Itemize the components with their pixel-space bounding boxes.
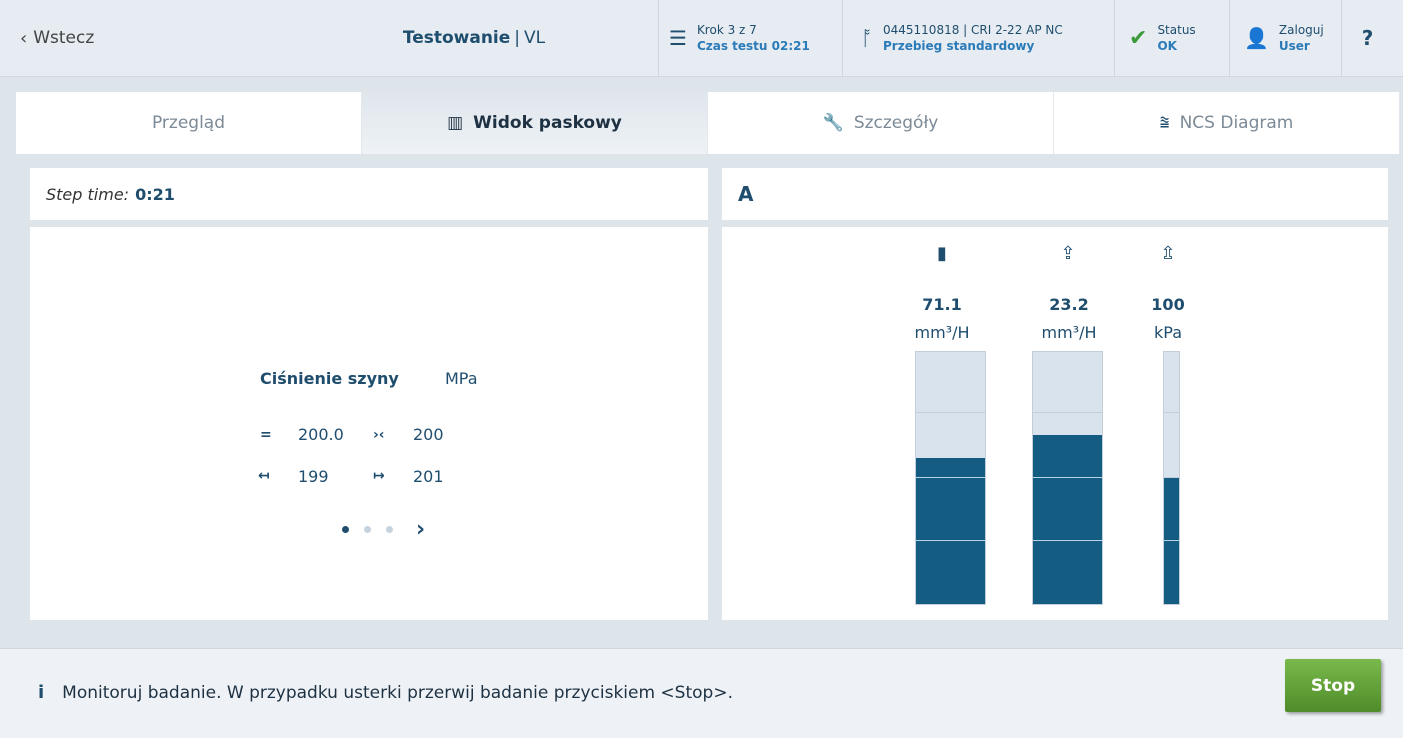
bar-chart-icon: ▥ (447, 113, 464, 133)
bar-tick (1033, 412, 1102, 413)
channel-header: A (722, 168, 1388, 220)
rail-pressure-unit: MPa (445, 369, 478, 388)
step-counter: Krok 3 z 7 (696, 23, 757, 37)
info-message: i Monitoruj badanie. W przypadku usterki… (38, 682, 733, 703)
min-limit-value: 199 (298, 467, 329, 486)
bar-tick (1033, 540, 1102, 541)
test-step-info[interactable]: ☰ Krok 3 z 7 Czas testu 02:21 (658, 0, 842, 76)
injector-icon: ᚩ (861, 26, 873, 50)
tab-details[interactable]: 🔧 Szczegóły (708, 92, 1054, 154)
checklist-icon: ☰ (669, 26, 687, 50)
max-limit-icon: ↦ (373, 468, 385, 484)
bar-gauge (1032, 351, 1103, 605)
bar-fill (1164, 478, 1179, 604)
bar-tick (916, 540, 985, 541)
min-limit-icon: ↤ (258, 468, 270, 484)
tab-overview[interactable]: Przegląd (16, 92, 362, 154)
bar-tick (1164, 477, 1179, 478)
injector-icon: ▮ (937, 243, 947, 264)
wrench-icon: 🔧 (822, 113, 844, 133)
pager: › (342, 517, 425, 542)
pager-dot[interactable] (386, 526, 393, 533)
tab-bar-view-label: Widok paskowy (473, 113, 622, 133)
delivery-icon: ⇪ (1060, 243, 1076, 264)
back-button[interactable]: ‹ Wstecz (0, 0, 290, 76)
info-icon: i (38, 682, 45, 703)
bar-tick (916, 477, 985, 478)
bar-tick (1033, 477, 1102, 478)
setpoint-value: 200.0 (298, 425, 344, 444)
actual-value: 200 (413, 425, 444, 444)
bar-fill (1033, 435, 1102, 604)
info-text: Monitoruj badanie. W przypadku usterki p… (62, 682, 733, 703)
page-title-main: Testowanie (402, 28, 511, 48)
status-value: OK (1157, 39, 1177, 53)
tab-ncs-diagram[interactable]: ⩰ NCS Diagram (1054, 92, 1400, 154)
chevron-left-icon: ‹ (20, 27, 28, 49)
step-time-label: Step time: (46, 184, 130, 204)
bar-unit: kPa (1154, 323, 1182, 342)
backflow-icon: ⇫ (1160, 243, 1176, 264)
diagram-icon: ⩰ (1159, 113, 1170, 133)
bar-tick (1164, 540, 1179, 541)
bar-tick (916, 412, 985, 413)
bar-fill (916, 457, 985, 604)
test-time: Czas testu 02:21 (696, 39, 810, 53)
setpoint-icon: = (260, 427, 272, 443)
bar-gauge (915, 351, 986, 605)
bar-unit: mm³/H (1041, 323, 1097, 342)
status-label: Status (1157, 23, 1196, 37)
max-limit-value: 201 (413, 467, 444, 486)
bar-value: 23.2 (1049, 295, 1089, 314)
header-bar: ‹ Wstecz Testowanie | VL ☰ Krok 3 z 7 Cz… (0, 0, 1403, 77)
page-title-sub: VL (524, 28, 546, 48)
test-program-info[interactable]: ᚩ 0445110818 | CRI 2-22 AP NC Przebieg s… (842, 0, 1114, 76)
login-label: Zaloguj (1278, 23, 1324, 37)
tab-bar-view[interactable]: ▥ Widok paskowy (362, 92, 708, 154)
stop-button[interactable]: Stop (1285, 659, 1381, 712)
bar-value: 71.1 (922, 295, 962, 314)
tab-overview-label: Przegląd (151, 113, 226, 133)
test-sequence: Przebieg standardowy (883, 39, 1035, 53)
step-time-value: 0:21 (135, 184, 175, 204)
page-title-separator: | (514, 28, 521, 48)
tab-ncs-diagram-label: NCS Diagram (1179, 113, 1294, 133)
part-number: 0445110818 | CRI 2-22 AP NC (883, 23, 1063, 37)
add-user-icon: 👤 (1244, 26, 1269, 50)
measurement-panel: Ciśnienie szyny MPa = 200.0 ›‹ 200 ↤ 199… (30, 227, 708, 620)
back-label: Wstecz (33, 28, 95, 48)
bar-gauge (1163, 351, 1180, 605)
login-user: User (1278, 39, 1310, 53)
pager-dot[interactable] (364, 526, 371, 533)
actual-icon: ›‹ (373, 427, 385, 443)
bar-value: 100 (1151, 295, 1185, 314)
step-time-header: Step time: 0:21 (30, 168, 708, 220)
pager-dot[interactable] (342, 526, 349, 533)
bar-unit: mm³/H (914, 323, 970, 342)
chevron-right-icon[interactable]: › (416, 517, 425, 542)
page-title: Testowanie | VL (290, 0, 658, 76)
tab-details-label: Szczegóły (853, 113, 939, 133)
rail-pressure-card: Ciśnienie szyny MPa = 200.0 ›‹ 200 ↤ 199… (240, 347, 500, 502)
checkmark-icon: ✔ (1129, 25, 1148, 51)
bar-tick (1164, 412, 1179, 413)
tab-bar: Przegląd ▥ Widok paskowy 🔧 Szczegóły ⩰ N… (16, 92, 1400, 154)
help-button[interactable]: ? (1341, 0, 1393, 76)
rail-pressure-title: Ciśnienie szyny (260, 369, 399, 388)
status-indicator[interactable]: ✔ Status OK (1114, 0, 1229, 76)
footer-bar: i Monitoruj badanie. W przypadku usterki… (0, 648, 1403, 738)
login-button[interactable]: 👤 Zaloguj User (1229, 0, 1341, 76)
bar-view-panel: ▮ 71.1 mm³/H ⇪ 23.2 mm³/H ⇫ 100 kPa (722, 227, 1388, 620)
